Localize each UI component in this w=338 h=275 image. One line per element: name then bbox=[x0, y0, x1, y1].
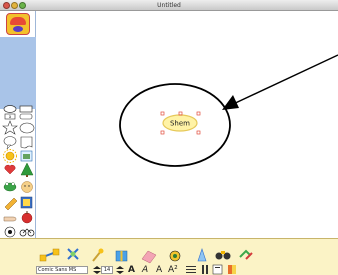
font-size-field[interactable]: 14 bbox=[101, 266, 113, 274]
title-bar: Untitled bbox=[0, 0, 338, 11]
heart-icon[interactable] bbox=[4, 164, 16, 175]
align-icon[interactable] bbox=[186, 266, 196, 273]
star-shape-icon[interactable] bbox=[2, 120, 18, 135]
resize-handle[interactable] bbox=[160, 111, 165, 116]
pencil-icon[interactable] bbox=[4, 197, 18, 211]
rectangle-shape-icon[interactable] bbox=[19, 105, 33, 113]
ellipse-shape-icon[interactable] bbox=[3, 105, 17, 113]
symbol-palette: a bbox=[0, 11, 36, 275]
sun-icon[interactable] bbox=[3, 149, 17, 163]
canvas-drawing: Shem bbox=[119, 54, 338, 167]
paragraph-tools bbox=[186, 264, 236, 275]
superscript-button[interactable]: A² bbox=[168, 265, 178, 275]
rounded-rect-shape-icon[interactable] bbox=[19, 113, 33, 120]
link-tool-icon[interactable] bbox=[39, 248, 60, 262]
bold-button[interactable]: A bbox=[128, 265, 135, 275]
font-name-field[interactable]: Comic Sans MS bbox=[36, 266, 88, 274]
arrange-tool-icon[interactable] bbox=[67, 248, 79, 260]
font-size-stepper2-icon[interactable] bbox=[114, 265, 126, 275]
plain-text-button[interactable]: A bbox=[156, 265, 162, 275]
arrow-connector[interactable] bbox=[222, 54, 338, 110]
bicycle-icon[interactable] bbox=[19, 228, 35, 237]
selected-node[interactable]: Shem bbox=[160, 111, 201, 135]
smiley-face-icon[interactable] bbox=[21, 181, 33, 193]
window-title: Untitled bbox=[157, 2, 181, 9]
picture-icon[interactable] bbox=[20, 150, 33, 162]
resize-handle[interactable] bbox=[196, 111, 201, 116]
small-rect-shape-icon[interactable]: a bbox=[4, 113, 16, 120]
speech-bubble-icon[interactable] bbox=[3, 136, 17, 150]
diagram-canvas[interactable]: Shem bbox=[37, 11, 338, 238]
tree-icon[interactable] bbox=[20, 162, 34, 177]
soccer-ball-icon[interactable] bbox=[4, 226, 16, 238]
binoculars-tool-icon[interactable] bbox=[215, 251, 231, 260]
gift-tool-icon[interactable] bbox=[115, 250, 128, 262]
resize-handle[interactable] bbox=[160, 130, 165, 135]
apple-icon[interactable] bbox=[21, 211, 33, 224]
columns-icon[interactable] bbox=[202, 265, 208, 274]
node-label[interactable]: Shem bbox=[170, 120, 190, 128]
eraser-tool-icon[interactable] bbox=[141, 250, 157, 264]
pointing-hand-icon[interactable] bbox=[3, 216, 17, 222]
swap-tool-icon[interactable] bbox=[239, 249, 253, 260]
bug-tool-icon[interactable] bbox=[169, 250, 181, 262]
frog-icon[interactable] bbox=[3, 182, 17, 192]
cloud-shape-icon[interactable] bbox=[19, 122, 35, 134]
document-shape-icon[interactable] bbox=[20, 136, 33, 149]
rocket-tool-icon[interactable] bbox=[197, 248, 207, 262]
book-icon[interactable] bbox=[20, 196, 33, 209]
resize-handle[interactable] bbox=[196, 130, 201, 135]
wand-tool-icon[interactable] bbox=[92, 248, 104, 262]
palette-shapes: a bbox=[2, 105, 35, 273]
note-icon[interactable] bbox=[212, 264, 223, 275]
bottom-toolbar: Comic Sans MS 14 A A A A² bbox=[0, 238, 338, 275]
color-swatch-icon[interactable] bbox=[228, 265, 236, 274]
italic-button[interactable]: A bbox=[142, 265, 148, 275]
